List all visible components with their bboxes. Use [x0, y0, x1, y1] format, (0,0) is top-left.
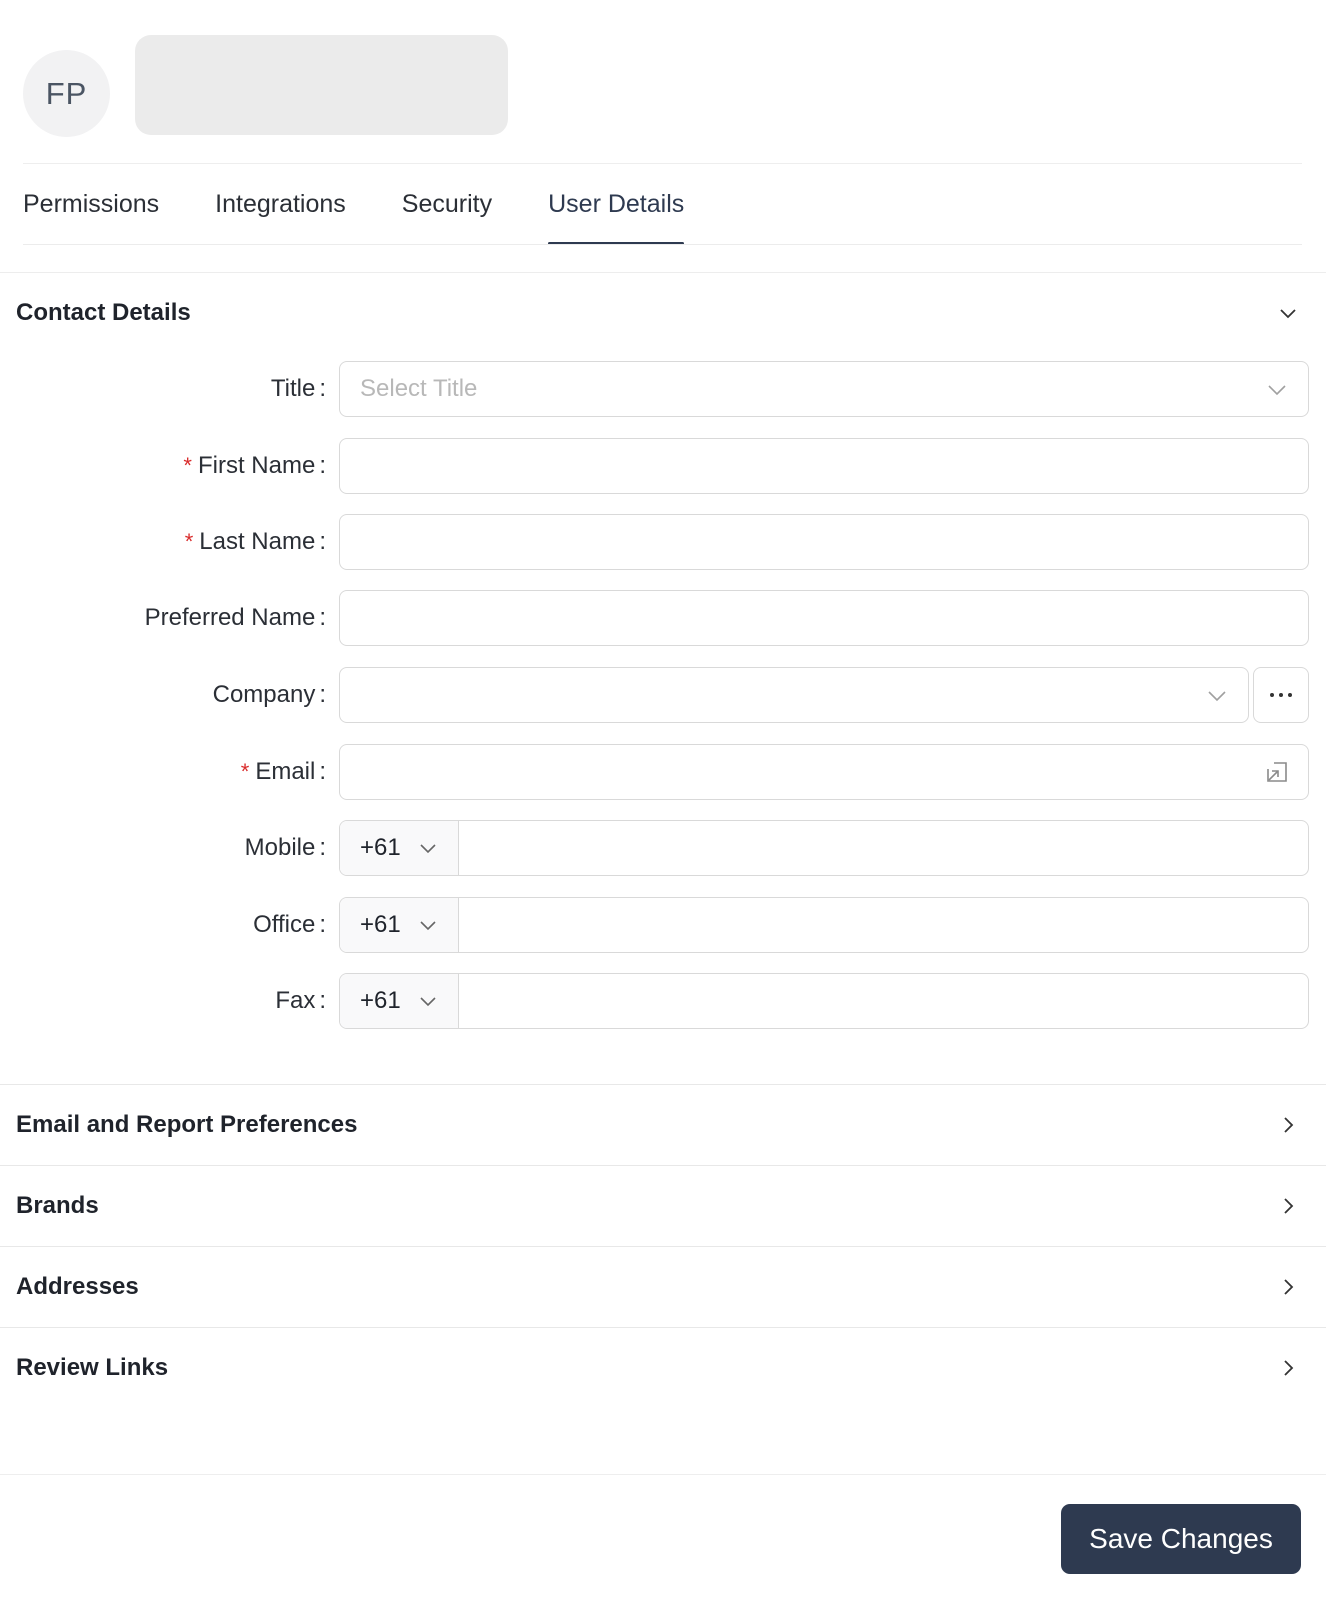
avatar: FP: [23, 50, 110, 137]
chevron-right-icon: [1284, 1117, 1294, 1133]
required-marker: *: [183, 453, 192, 478]
section-header-brands[interactable]: Brands: [0, 1166, 1326, 1246]
user-name-placeholder: [135, 35, 508, 135]
country-code-select[interactable]: +61: [340, 821, 459, 875]
tab-permissions[interactable]: Permissions: [23, 164, 159, 245]
form-row-office: Office: +61: [0, 897, 1326, 953]
form-row-company: Company:: [0, 667, 1326, 723]
section-title: Email and Report Preferences: [16, 1111, 358, 1138]
title-select[interactable]: Select Title: [339, 361, 1309, 417]
chevron-down-icon: [420, 844, 436, 854]
tab-security[interactable]: Security: [402, 164, 492, 245]
chevron-down-icon: [1280, 309, 1296, 319]
required-marker: *: [240, 759, 250, 784]
section-title: Brands: [16, 1192, 99, 1219]
last-name-input[interactable]: [339, 514, 1309, 570]
first-name-input[interactable]: [339, 438, 1309, 494]
chevron-down-icon: [1268, 385, 1286, 396]
chevron-down-icon: [420, 921, 436, 931]
section-header-review-links[interactable]: Review Links: [0, 1328, 1326, 1408]
required-marker: *: [184, 529, 194, 554]
tab-integrations[interactable]: Integrations: [215, 164, 346, 245]
form-row-last-name: * Last Name:: [0, 514, 1326, 570]
office-phone-input: +61: [339, 897, 1309, 953]
field-label: * Email:: [240, 758, 326, 785]
country-code-select[interactable]: +61: [340, 898, 459, 952]
field-label: Title:: [270, 375, 326, 402]
ellipsis-icon: [1270, 693, 1292, 697]
field-label: Company:: [212, 681, 326, 708]
form-row-title: Title: Select Title: [0, 361, 1326, 417]
section-header-addresses[interactable]: Addresses: [0, 1247, 1326, 1327]
tab-bar: Permissions Integrations Security User D…: [23, 164, 740, 245]
mobile-phone-input: +61: [339, 820, 1309, 876]
preferred-name-input[interactable]: [339, 590, 1309, 646]
user-details-panel: FP Permissions Integrations Security Use…: [0, 0, 1326, 1600]
divider: [0, 1474, 1326, 1475]
chevron-right-icon: [1284, 1279, 1294, 1295]
section-header-email-report-preferences[interactable]: Email and Report Preferences: [0, 1085, 1326, 1165]
form-row-mobile: Mobile: +61: [0, 820, 1326, 876]
field-label: Office:: [253, 911, 326, 938]
title-select-placeholder: Select Title: [360, 375, 478, 402]
company-select[interactable]: [339, 667, 1249, 723]
fax-phone-input: +61: [339, 973, 1309, 1029]
divider: [23, 244, 1302, 245]
section-title: Addresses: [16, 1273, 139, 1300]
section-header-contact-details[interactable]: Contact Details: [0, 273, 1326, 353]
field-label: Preferred Name:: [144, 604, 326, 631]
field-label: * First Name:: [183, 452, 326, 479]
open-link-icon[interactable]: [1264, 759, 1290, 785]
section-title: Review Links: [16, 1354, 169, 1381]
country-code-select[interactable]: +61: [340, 974, 459, 1028]
mobile-number-field[interactable]: [459, 821, 1308, 875]
chevron-right-icon: [1284, 1198, 1294, 1214]
chevron-right-icon: [1284, 1360, 1294, 1376]
chevron-down-icon: [1208, 691, 1226, 702]
chevron-down-icon: [420, 997, 436, 1007]
form-row-first-name: * First Name:: [0, 438, 1326, 494]
form-row-preferred-name: Preferred Name:: [0, 590, 1326, 646]
tab-user-details[interactable]: User Details: [548, 164, 685, 245]
form-row-email: * Email:: [0, 744, 1326, 800]
email-input[interactable]: [339, 744, 1309, 800]
fax-number-field[interactable]: [459, 974, 1308, 1028]
office-number-field[interactable]: [459, 898, 1308, 952]
field-label: * Last Name:: [184, 528, 326, 555]
avatar-initials: FP: [45, 75, 88, 111]
section-title: Contact Details: [16, 299, 191, 326]
company-more-button[interactable]: [1253, 667, 1309, 723]
field-label: Mobile:: [244, 834, 326, 861]
form-row-fax: Fax: +61: [0, 973, 1326, 1029]
save-changes-button[interactable]: Save Changes: [1061, 1504, 1301, 1574]
field-label: Fax:: [275, 987, 326, 1014]
